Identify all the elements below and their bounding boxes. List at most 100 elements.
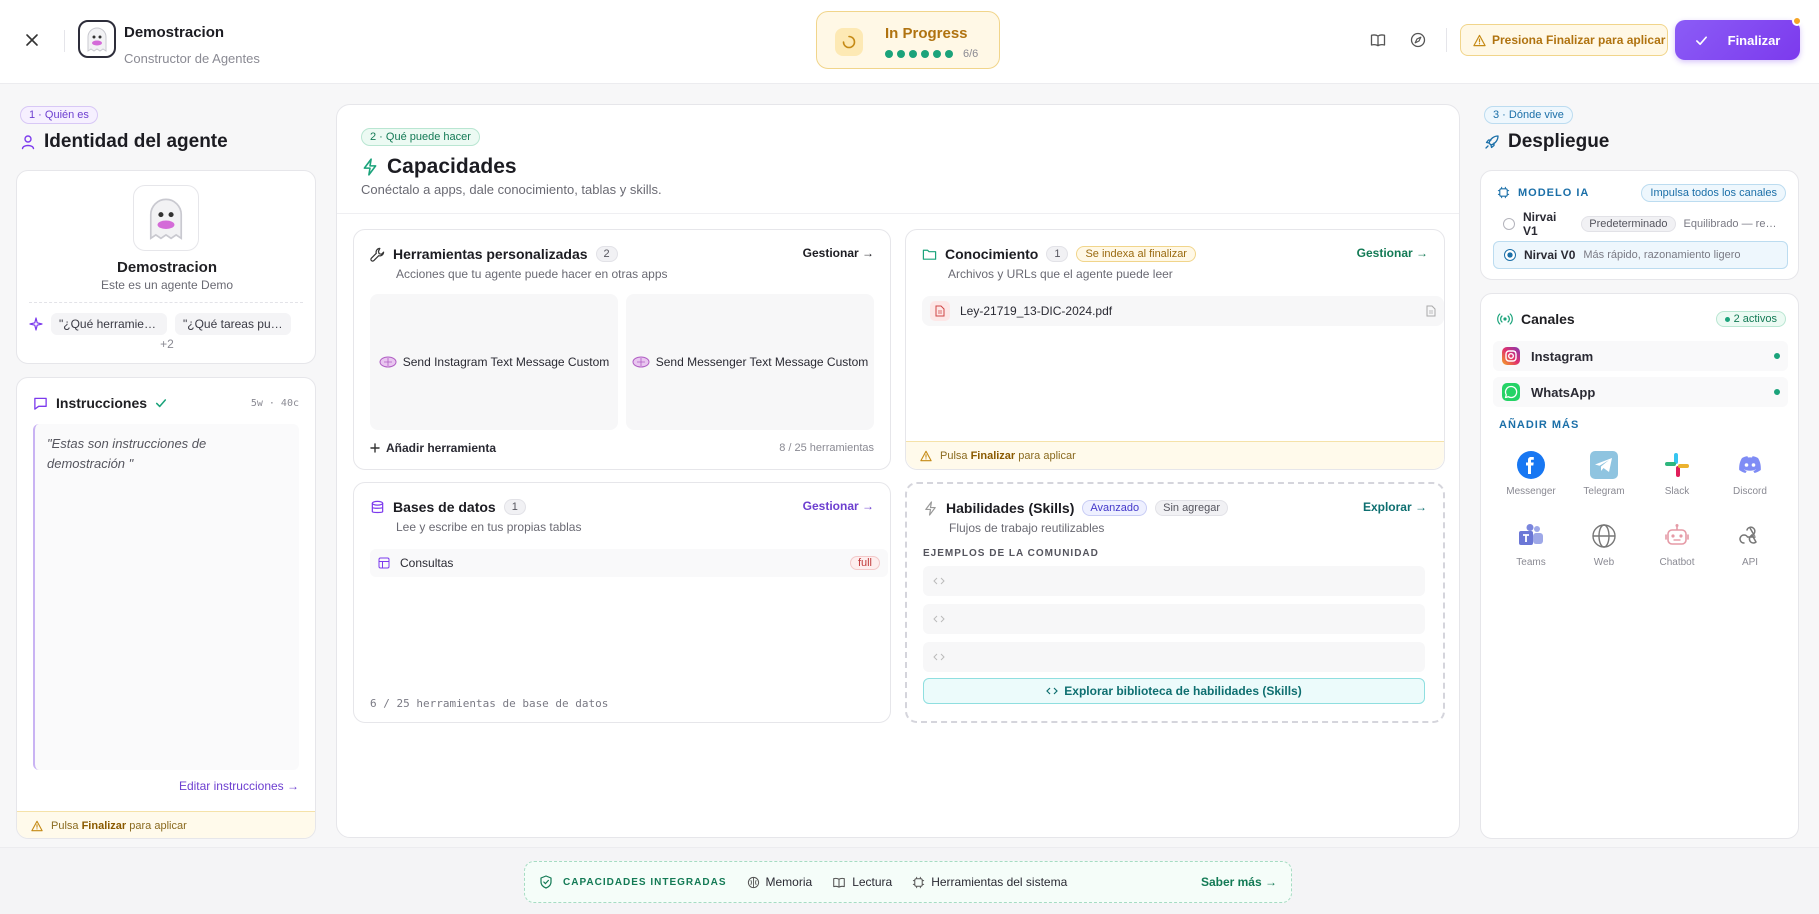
- capabilities-subtitle: Conéctalo a apps, dale conocimiento, tab…: [361, 182, 662, 197]
- databases-desc: Lee y escribe en tus propias tablas: [396, 520, 582, 534]
- active-dot: [1774, 389, 1780, 395]
- divider: [64, 30, 65, 52]
- channel-messenger[interactable]: Messenger: [1496, 450, 1566, 497]
- community-skill-placeholder[interactable]: [923, 566, 1425, 596]
- skills-title: Habilidades (Skills) Avanzado Sin agrega…: [923, 500, 1228, 516]
- identity-title: Identidad del agente: [20, 131, 228, 153]
- book-icon: [833, 877, 845, 888]
- loading-icon: [835, 28, 863, 56]
- whatsapp-icon: [1502, 383, 1520, 401]
- agent-avatar-icon[interactable]: [133, 185, 199, 251]
- radio-button-selected[interactable]: [1504, 249, 1516, 261]
- add-tool-button[interactable]: Añadir herramienta: [370, 441, 496, 455]
- wrench-icon: [370, 247, 385, 262]
- close-icon[interactable]: [20, 28, 44, 52]
- progress-dots: 6/6: [885, 48, 978, 60]
- manage-databases-link[interactable]: Gestionar →: [803, 499, 874, 513]
- broadcast-icon: [1497, 313, 1513, 325]
- advanced-badge: Avanzado: [1082, 500, 1148, 516]
- check-icon: [155, 399, 167, 408]
- apply-notice: Pulsa Finalizar para aplicar: [906, 441, 1444, 469]
- database-icon: [371, 500, 384, 513]
- ai-model-label: MODELO IA: [1497, 186, 1589, 199]
- messenger-icon: [1517, 451, 1545, 479]
- tool-tile[interactable]: Send Messenger Text Message Custom: [626, 294, 874, 430]
- pdf-icon: [930, 301, 950, 321]
- database-table-row[interactable]: Consultas full: [370, 549, 888, 577]
- channel-telegram[interactable]: Telegram: [1569, 450, 1639, 497]
- agent-avatar-icon: [78, 20, 116, 58]
- not-added-badge: Sin agregar: [1155, 500, 1228, 516]
- progress-label: In Progress: [885, 25, 968, 42]
- manage-tools-link[interactable]: Gestionar →: [803, 246, 874, 260]
- channel-whatsapp[interactable]: WhatsApp: [1493, 377, 1788, 407]
- bolt-icon: [363, 158, 377, 176]
- community-skill-placeholder[interactable]: [923, 642, 1425, 672]
- channel-api[interactable]: API: [1715, 521, 1785, 568]
- compass-icon[interactable]: [1408, 30, 1428, 50]
- message-icon: [34, 397, 47, 410]
- divider: [337, 213, 1459, 214]
- learn-more-link[interactable]: Saber más →: [1201, 875, 1277, 889]
- code-icon: [1046, 687, 1059, 695]
- bolt-icon: [925, 500, 936, 516]
- globe-icon: [1592, 524, 1616, 548]
- instructions-card: Instrucciones 5w · 40c "Estas son instru…: [16, 377, 316, 839]
- channel-slack[interactable]: Slack: [1642, 450, 1712, 497]
- cpu-icon: [913, 876, 925, 888]
- capability-system-tools: Herramientas del sistema: [912, 875, 1067, 889]
- explore-skills-link[interactable]: Explorar →: [1363, 500, 1427, 514]
- folder-icon: [922, 249, 937, 260]
- channel-discord[interactable]: Discord: [1715, 450, 1785, 497]
- notification-dot: [1792, 16, 1802, 26]
- teams-icon: [1519, 524, 1543, 545]
- suggestion-chip[interactable]: "¿Qué tareas pue...: [175, 313, 291, 335]
- channel-teams[interactable]: Teams: [1496, 521, 1566, 568]
- finalize-button[interactable]: Finalizar: [1675, 20, 1800, 60]
- suggestions: "¿Qué herramien... "¿Qué tareas pue...: [29, 313, 291, 335]
- databases-count-badge: 1: [503, 499, 526, 515]
- channel-web[interactable]: Web: [1569, 521, 1639, 568]
- apply-warning: Presiona Finalizar para aplicar: [1460, 24, 1668, 56]
- capability-memory: Memoria: [747, 875, 812, 889]
- model-option-v1[interactable]: Nirvai V1 Predeterminado Equilibrado — r…: [1493, 210, 1788, 238]
- custom-tools-desc: Acciones que tu agente puede hacer en ot…: [396, 267, 668, 281]
- radio-button[interactable]: [1503, 218, 1515, 230]
- built-in-capabilities: CAPACIDADES INTEGRADAS Memoria Lectura H…: [524, 861, 1292, 903]
- index-badge: Se indexa al finalizar: [1076, 246, 1196, 262]
- tools-limit: 8 / 25 herramientas: [779, 442, 874, 454]
- community-skill-placeholder[interactable]: [923, 604, 1425, 634]
- channels-card: Canales 2 activos Instagram WhatsApp AÑA…: [1480, 293, 1799, 839]
- document-icon: [1426, 305, 1436, 317]
- manage-knowledge-link[interactable]: Gestionar →: [1357, 246, 1428, 260]
- identity-card: Demostracion Este es un agente Demo "¿Qu…: [16, 170, 316, 364]
- channel-instagram[interactable]: Instagram: [1493, 341, 1788, 371]
- brain-icon: [632, 356, 650, 368]
- knowledge-file[interactable]: Ley-21719_13-DIC-2024.pdf: [922, 296, 1444, 326]
- capabilities-panel: 2 · Qué puede hacer Capacidades Conéctal…: [336, 104, 1460, 838]
- tool-tile[interactable]: Send Instagram Text Message Custom: [370, 294, 618, 430]
- edit-instructions-link[interactable]: Editar instrucciones →: [179, 779, 299, 793]
- agent-title: Demostracion: [124, 24, 225, 41]
- finalize-label: Finalizar: [1727, 32, 1781, 48]
- agent-name: Demostracion: [116, 259, 218, 276]
- custom-tools-card: Herramientas personalizadas 2 Acciones q…: [353, 229, 891, 470]
- instructions-title: Instrucciones: [33, 395, 167, 411]
- agent-subtitle: Constructor de Agentes: [124, 51, 260, 66]
- custom-tools-title: Herramientas personalizadas 2: [370, 246, 618, 262]
- plus-icon: [370, 443, 380, 453]
- instructions-text[interactable]: "Estas son instrucciones de demostración…: [33, 424, 299, 770]
- agent-description: Este es un agente Demo: [100, 278, 234, 292]
- progress-count: 6/6: [963, 48, 979, 60]
- table-icon: [378, 557, 390, 569]
- channel-chatbot[interactable]: Chatbot: [1642, 521, 1712, 568]
- databases-limit: 6 / 25 herramientas de base de datos: [370, 697, 609, 710]
- model-option-v0[interactable]: Nirvai V0 Más rápido, razonamiento liger…: [1493, 241, 1788, 269]
- tools-count-badge: 2: [595, 246, 618, 262]
- book-icon[interactable]: [1368, 30, 1388, 50]
- explore-skills-library-button[interactable]: Explorar biblioteca de habilidades (Skil…: [923, 678, 1425, 704]
- more-suggestions[interactable]: +2: [17, 337, 317, 351]
- divider: [1446, 28, 1447, 52]
- suggestion-chip[interactable]: "¿Qué herramien...: [51, 313, 167, 335]
- warning-icon: [1473, 34, 1486, 46]
